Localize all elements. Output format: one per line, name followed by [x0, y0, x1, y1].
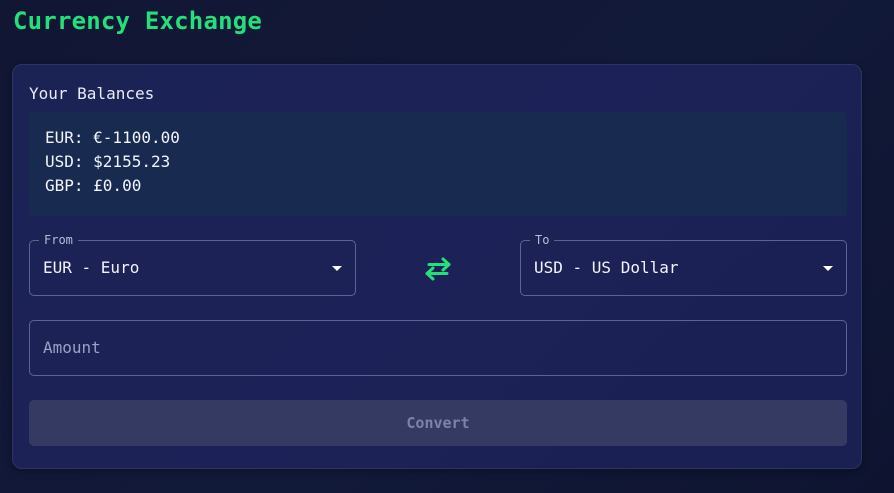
- balances-panel: EUR: €-1100.00 USD: $2155.23 GBP: £0.00: [29, 112, 847, 216]
- to-label: To: [530, 233, 555, 247]
- balance-usd: USD: $2155.23: [45, 152, 171, 171]
- to-currency-select[interactable]: To USD - US Dollar: [520, 233, 847, 296]
- page-title: Currency Exchange: [13, 7, 263, 35]
- to-currency-value: USD - US Dollar: [534, 258, 679, 277]
- amount-input[interactable]: Amount: [29, 320, 847, 376]
- exchange-card: Your Balances EUR: €-1100.00 USD: $2155.…: [12, 64, 862, 469]
- from-label: From: [39, 233, 78, 247]
- balance-eur: EUR: €-1100.00: [45, 128, 180, 147]
- swap-arrows-icon: [425, 257, 451, 281]
- convert-button[interactable]: Convert: [29, 400, 847, 446]
- from-currency-select[interactable]: From EUR - Euro: [29, 233, 356, 296]
- balances-title: Your Balances: [29, 84, 155, 103]
- swap-currencies-button[interactable]: [419, 253, 457, 285]
- chevron-down-icon[interactable]: [332, 266, 342, 271]
- balance-gbp: GBP: £0.00: [45, 176, 142, 195]
- amount-placeholder: Amount: [43, 338, 101, 357]
- from-currency-value: EUR - Euro: [43, 258, 140, 277]
- chevron-down-icon[interactable]: [823, 266, 833, 271]
